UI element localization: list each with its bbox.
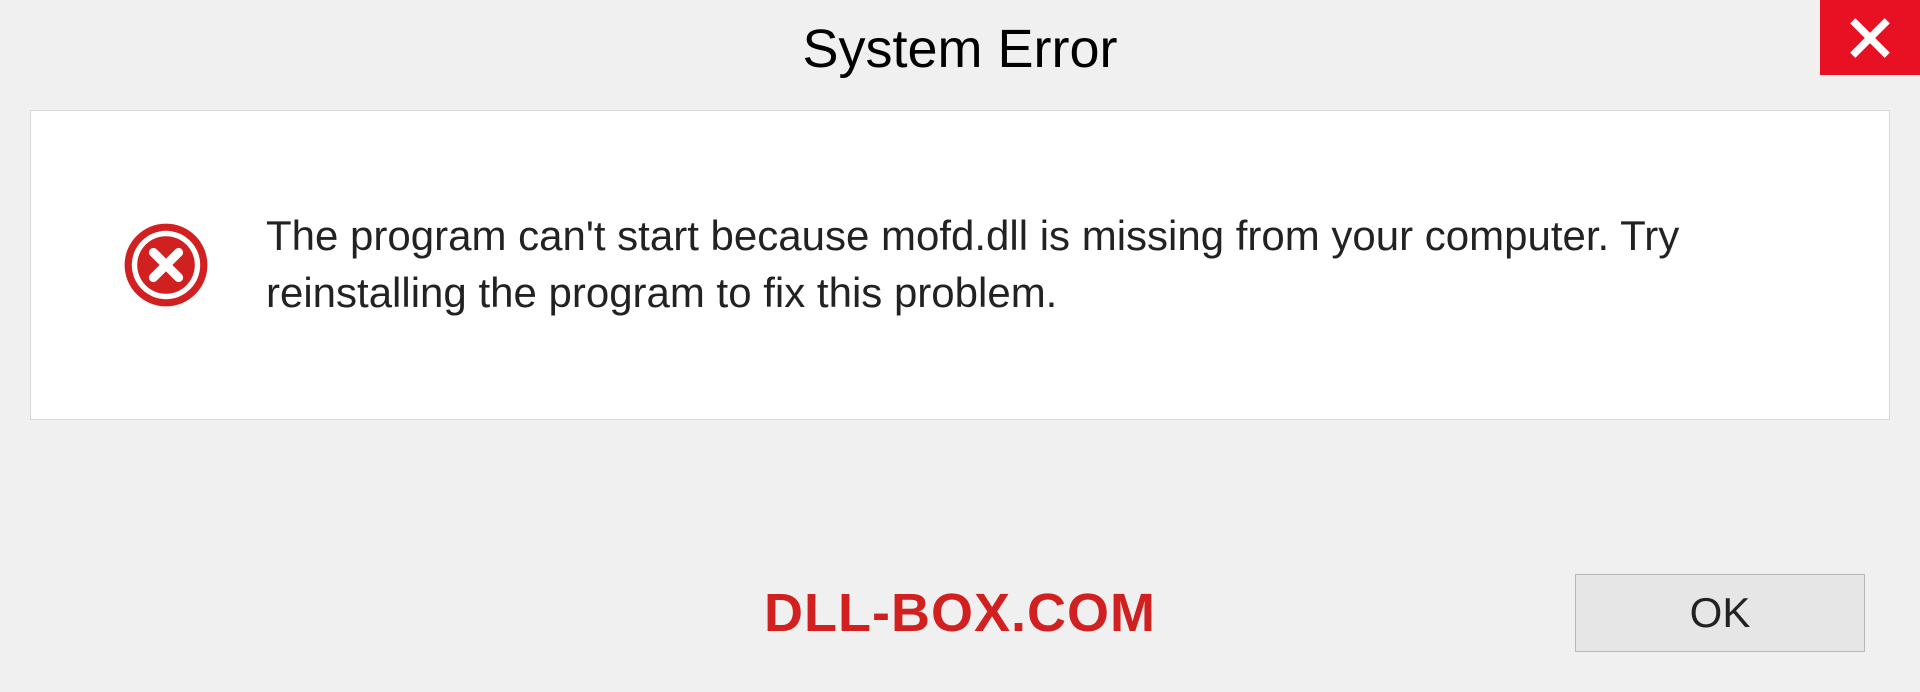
ok-button[interactable]: OK — [1575, 574, 1865, 652]
dialog-title: System Error — [802, 18, 1117, 80]
error-icon — [121, 220, 211, 310]
error-message: The program can't start because mofd.dll… — [266, 208, 1829, 321]
dialog-footer: DLL-BOX.COM OK — [0, 574, 1920, 652]
error-dialog: System Error The program can't start bec… — [0, 0, 1920, 692]
watermark-text: DLL-BOX.COM — [764, 582, 1156, 644]
title-bar: System Error — [0, 0, 1920, 110]
close-icon — [1848, 16, 1892, 60]
message-panel: The program can't start because mofd.dll… — [30, 110, 1890, 420]
close-button[interactable] — [1820, 0, 1920, 75]
